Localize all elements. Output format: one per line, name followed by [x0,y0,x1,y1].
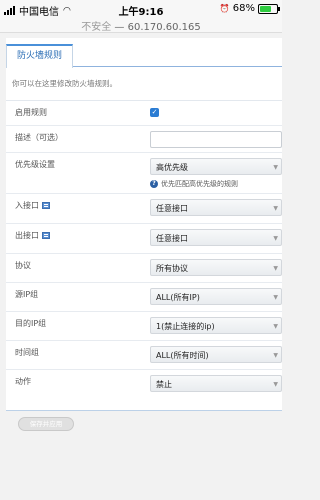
insecure-label: 不安全 [81,22,112,33]
row-in-interface: 入接口 任意接口 ▼ [6,194,282,224]
tab-bar: 防火墙规则 [6,38,282,68]
row-dst-ip: 目的IP组 1(禁止连接的ip) ▼ [6,312,282,341]
priority-label: 优先级设置 [15,160,55,169]
row-action: 动作 禁止 ▼ [6,370,282,400]
protocol-label: 协议 [15,261,31,270]
row-src-ip: 源IP组 ALL(所有IP) ▼ [6,283,282,312]
src-ip-select[interactable]: ALL(所有IP) ▼ [150,288,282,305]
list-icon[interactable] [42,232,50,239]
chevron-down-icon: ▼ [273,294,278,301]
list-icon[interactable] [42,202,50,209]
chevron-down-icon: ▼ [273,265,278,272]
battery-icon [258,3,280,14]
row-time-group: 时间组 ALL(所有时间) ▼ [6,341,282,370]
firewall-rule-panel: 防火墙规则 你可以在这里修改防火墙规则。 启用规则 ✓ 描述（可选） 优先级设置… [6,38,282,411]
page-footer-area [0,440,282,500]
out-interface-select[interactable]: 任意接口 ▼ [150,229,282,246]
remark-input[interactable] [150,131,282,148]
url-text: 60.170.60.165 [127,22,201,33]
row-protocol: 协议 所有协议 ▼ [6,254,282,283]
page-description: 你可以在这里修改防火墙规则。 [6,67,282,101]
action-select[interactable]: 禁止 ▼ [150,375,282,392]
enable-checkbox[interactable]: ✓ [150,108,159,117]
in-interface-select[interactable]: 任意接口 ▼ [150,199,282,216]
in-interface-label: 入接口 [15,201,39,210]
row-out-interface: 出接口 任意接口 ▼ [6,224,282,254]
save-apply-button[interactable]: 保存并应用 [18,417,74,431]
address-bar[interactable]: 不安全 — 60.170.60.165 [0,18,282,33]
tab-firewall-rules[interactable]: 防火墙规则 [6,44,74,68]
priority-select[interactable]: 高优先级 ▼ [150,158,282,175]
status-bar: 中国电信 ◠ 上午9:16 ⏰ 68% [0,0,282,18]
chevron-down-icon: ▼ [273,323,278,330]
protocol-select[interactable]: 所有协议 ▼ [150,259,282,276]
chevron-down-icon: ▼ [273,352,278,359]
row-priority: 优先级设置 高优先级 ▼ ? 优先匹配高优先级的规则 [6,153,282,194]
status-right: ⏰ 68% [219,3,280,14]
alarm-icon: ⏰ [219,4,230,13]
priority-hint: ? 优先匹配高优先级的规则 [150,179,282,189]
priority-hint-text: 优先匹配高优先级的规则 [161,180,238,188]
dst-ip-select[interactable]: 1(禁止连接的ip) ▼ [150,317,282,334]
enable-label: 启用规则 [15,108,47,117]
out-interface-label: 出接口 [15,231,39,240]
chevron-down-icon: ▼ [273,164,278,171]
chevron-down-icon: ▼ [273,381,278,388]
row-remark: 描述（可选） [6,126,282,153]
chevron-down-icon: ▼ [273,235,278,242]
action-label: 动作 [15,377,31,386]
dst-ip-label: 目的IP组 [15,319,47,328]
time-group-label: 时间组 [15,348,39,357]
remark-label: 描述（可选） [15,133,63,142]
src-ip-label: 源IP组 [15,290,39,299]
help-icon: ? [150,180,158,188]
row-enable: 启用规则 ✓ [6,101,282,126]
battery-percent: 68% [232,3,255,14]
chevron-down-icon: ▼ [273,205,278,212]
time-group-select[interactable]: ALL(所有时间) ▼ [150,346,282,363]
